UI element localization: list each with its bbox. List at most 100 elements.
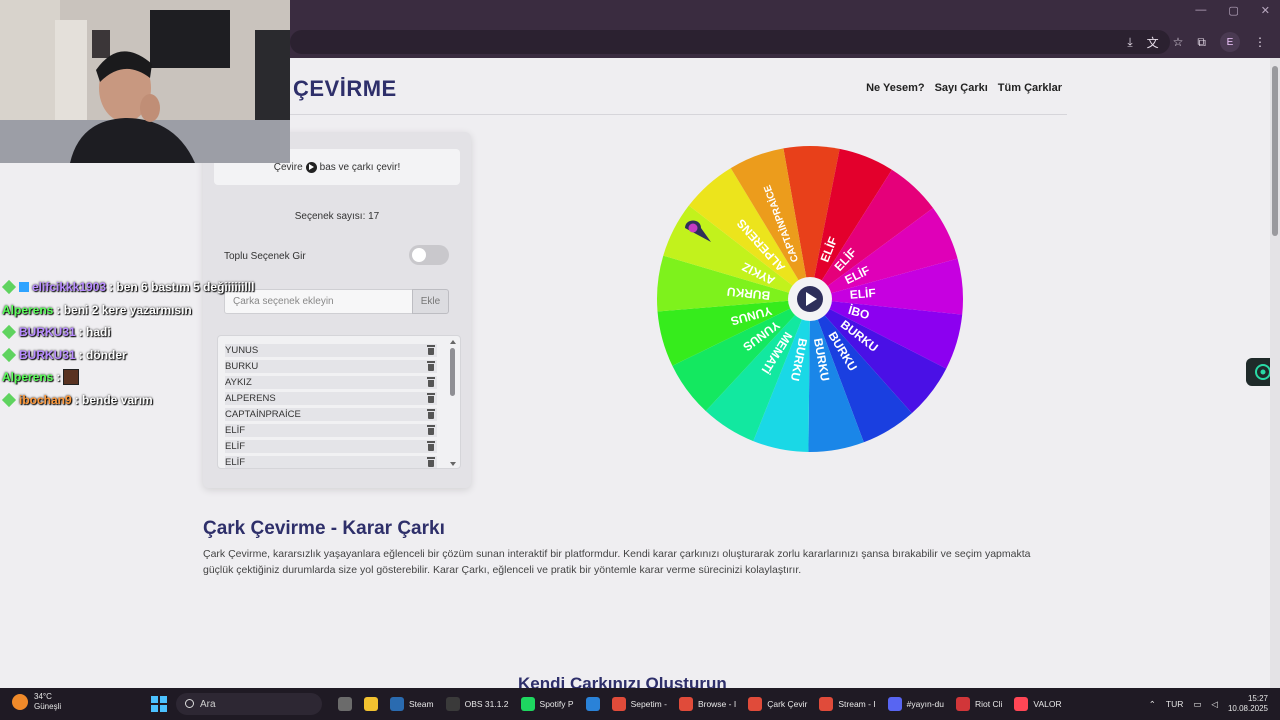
webcam-overlay	[0, 0, 290, 163]
chat-username: ibochan9	[19, 392, 72, 407]
taskbar-app[interactable]	[580, 692, 606, 716]
chat-message: ibochan9 : bende varım	[1, 389, 292, 412]
clock-date: 10.08.2025	[1227, 704, 1268, 713]
app-label: Çark Çevir	[767, 699, 808, 709]
bookmark-star-icon[interactable]: ☆	[1173, 35, 1184, 49]
header-divider	[205, 114, 1067, 115]
taskbar-app[interactable]	[358, 692, 384, 716]
app-label: Stream - I	[838, 699, 876, 709]
taskbar-app[interactable]: Browse - I	[673, 692, 742, 716]
list-item: ELİF	[225, 440, 437, 453]
taskbar-app[interactable]: Spotify P	[515, 692, 580, 716]
app-icon	[819, 697, 834, 711]
bulk-entry-toggle[interactable]	[409, 245, 449, 265]
translate-icon[interactable]: 文	[1147, 34, 1159, 51]
nav-ne-yesem[interactable]: Ne Yesem?	[866, 82, 925, 94]
sun-icon	[12, 694, 28, 710]
chat-text: : ben 6 bastım 5 değiiiiiilll	[109, 280, 255, 295]
page-scroll-thumb[interactable]	[1272, 66, 1278, 236]
toggle-knob	[412, 248, 426, 262]
app-icon	[338, 697, 352, 711]
site-nav: Ne Yesem? Sayı Çarkı Tüm Çarklar	[866, 82, 1062, 94]
menu-kebab-icon[interactable]: ⋮	[1254, 35, 1266, 49]
taskbar-app[interactable]	[332, 692, 358, 716]
app-label: #yayın-du	[906, 699, 945, 709]
chat-message: elifcikkk1903 : ben 6 bastım 5 değiiiiii…	[1, 276, 292, 299]
app-icon	[520, 697, 535, 711]
taskbar-app[interactable]: Stream - I	[813, 692, 881, 716]
chat-text: : bende varım	[74, 392, 153, 407]
app-label: Spotify P	[539, 699, 574, 709]
chat-text: :	[56, 370, 61, 385]
app-icon	[445, 697, 460, 711]
taskbar-app[interactable]: Sepetim -	[606, 692, 673, 716]
chat-text: : beni 2 kere yazarmısın	[56, 302, 192, 317]
trash-icon[interactable]	[427, 457, 435, 467]
trash-icon[interactable]	[427, 345, 435, 355]
scroll-down-arrow-icon[interactable]	[450, 462, 456, 466]
weather-widget[interactable]: 34°C Güneşli	[12, 692, 61, 712]
app-icon	[585, 697, 600, 711]
app-icon	[611, 697, 626, 711]
app-icon	[956, 697, 971, 711]
trash-icon[interactable]	[427, 425, 435, 435]
chat-username: Alperens	[2, 302, 54, 317]
address-bar[interactable]	[290, 30, 1170, 54]
taskbar-app[interactable]: #yayın-du	[882, 692, 950, 716]
list-item: ELİF	[225, 424, 437, 437]
trash-icon[interactable]	[427, 441, 435, 451]
search-icon	[185, 699, 194, 708]
chat-message: BURKU31 : hadi	[1, 321, 292, 344]
webcam-feed-image	[0, 0, 290, 163]
taskbar-search[interactable]: Ara	[176, 693, 322, 715]
clock[interactable]: 15:27 10.08.2025	[1228, 694, 1268, 714]
taskbar-app[interactable]: VALOR	[1008, 692, 1067, 716]
install-app-icon[interactable]: ⤓	[1127, 35, 1132, 50]
chevron-up-icon[interactable]: ⌃	[1149, 699, 1156, 710]
language-indicator[interactable]: TUR	[1166, 699, 1183, 709]
chat-badge-icon	[1, 280, 17, 295]
list-scrollbar[interactable]	[450, 340, 456, 466]
window-controls: — ▢ ✕	[1195, 4, 1270, 17]
nav-tum-carklar[interactable]: Tüm Çarklar	[998, 82, 1062, 94]
minimize-button[interactable]: —	[1195, 4, 1206, 17]
app-label: Sepetim -	[630, 699, 667, 709]
taskbar-app[interactable]: Riot Cli	[950, 692, 1008, 716]
bulk-entry-label: Toplu Seçenek Gir	[224, 251, 306, 262]
nav-sayi-carki[interactable]: Sayı Çarkı	[935, 82, 988, 94]
hint-text-before: Çevire	[273, 161, 303, 173]
article-title: Çark Çevirme - Karar Çarkı	[203, 518, 445, 539]
taskbar-app[interactable]: Çark Çevir	[742, 692, 813, 716]
add-option-button[interactable]: Ekle	[412, 289, 449, 314]
taskbar-app[interactable]: OBS 31.1.2	[440, 692, 515, 716]
list-scroll-thumb[interactable]	[450, 348, 455, 396]
trash-icon[interactable]	[427, 377, 435, 387]
app-label: Steam	[409, 699, 434, 709]
clock-time: 15:27	[1247, 694, 1268, 703]
volume-icon[interactable]: ◁	[1211, 699, 1218, 710]
weather-condition: Güneşli	[34, 702, 62, 711]
chat-badge-icon	[1, 325, 17, 340]
chat-badge-icon	[1, 392, 17, 407]
next-section-title: Kendi Çarkınızı Oluşturun	[518, 674, 727, 688]
option-count: Seçenek sayısı: 17	[294, 211, 380, 222]
trash-icon[interactable]	[427, 361, 435, 371]
profile-avatar[interactable]: E	[1220, 32, 1240, 52]
spin-wheel[interactable]: ELİFELİFELİFELİFİBOBURKUBURKUBURKUBURKUM…	[655, 144, 965, 454]
extensions-icon[interactable]: ⧉	[1197, 35, 1206, 50]
trash-icon[interactable]	[427, 409, 435, 419]
network-icon[interactable]: ▭	[1193, 699, 1201, 710]
app-icon	[887, 697, 902, 711]
scroll-up-arrow-icon[interactable]	[450, 340, 456, 344]
article-body: Çark Çevirme, kararsızlık yaşayanlara eğ…	[203, 548, 1031, 576]
trash-icon[interactable]	[427, 393, 435, 403]
wheel-label: ELİF	[849, 285, 876, 302]
start-windows-icon[interactable]	[151, 696, 167, 712]
maximize-button[interactable]: ▢	[1228, 4, 1238, 17]
close-button[interactable]: ✕	[1261, 4, 1270, 17]
taskbar-app[interactable]: Steam	[384, 692, 440, 716]
chat-message: BURKU31 : dönder	[1, 344, 292, 367]
chat-text: : hadi	[78, 325, 111, 340]
chat-message: Alperens :	[2, 366, 292, 389]
page-scrollbar[interactable]	[1270, 58, 1280, 688]
